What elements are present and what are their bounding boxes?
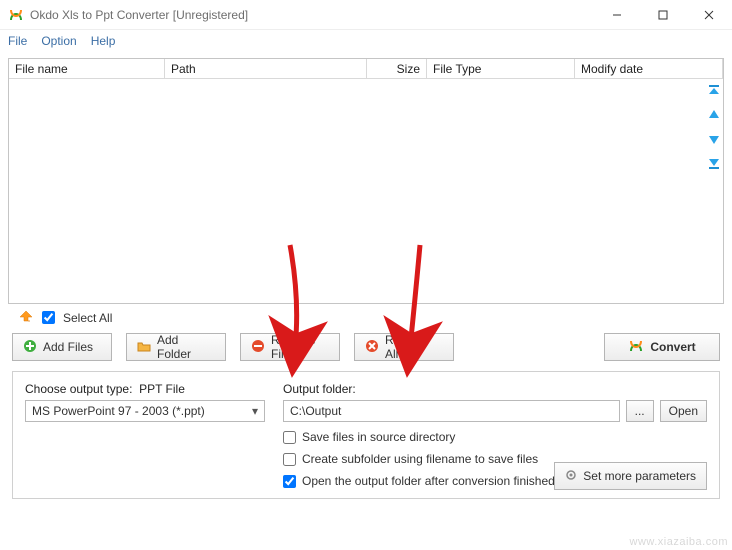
- add-files-label: Add Files: [43, 340, 93, 354]
- col-filename[interactable]: File name: [9, 59, 165, 78]
- set-more-parameters-button[interactable]: Set more parameters: [554, 462, 707, 490]
- add-folder-button[interactable]: Add Folder: [126, 333, 226, 361]
- create-subfolder-checkbox[interactable]: [283, 453, 296, 466]
- output-panel: Choose output type: PPT File MS PowerPoi…: [12, 371, 720, 499]
- open-folder-button[interactable]: Open: [660, 400, 707, 422]
- save-in-source-label[interactable]: Save files in source directory: [302, 430, 455, 444]
- convert-button[interactable]: Convert: [604, 333, 720, 361]
- watermark: www.xiazaiba.com: [630, 536, 728, 548]
- move-down-button[interactable]: [704, 130, 724, 148]
- col-size[interactable]: Size: [367, 59, 427, 78]
- col-modify[interactable]: Modify date: [575, 59, 723, 78]
- menu-file[interactable]: File: [8, 34, 27, 48]
- x-icon: [365, 339, 379, 356]
- close-button[interactable]: [686, 0, 732, 29]
- convert-icon: [628, 338, 644, 357]
- window-title: Okdo Xls to Ppt Converter [Unregistered]: [30, 8, 248, 22]
- output-folder-input[interactable]: C:\Output: [283, 400, 620, 422]
- file-list[interactable]: File name Path Size File Type Modify dat…: [8, 58, 724, 304]
- title-bar: Okdo Xls to Ppt Converter [Unregistered]: [0, 0, 732, 30]
- remove-all-label: Remove All: [385, 333, 443, 361]
- create-subfolder-label[interactable]: Create subfolder using filename to save …: [302, 452, 538, 466]
- open-after-checkbox[interactable]: [283, 475, 296, 488]
- browse-button[interactable]: ...: [626, 400, 654, 422]
- plus-icon: [23, 339, 37, 356]
- remove-file-label: Remove File: [271, 333, 329, 361]
- window-controls: [594, 0, 732, 29]
- chevron-down-icon: ▾: [252, 404, 258, 418]
- output-type-select[interactable]: MS PowerPoint 97 - 2003 (*.ppt) ▾: [25, 400, 265, 422]
- output-type-value: MS PowerPoint 97 - 2003 (*.ppt): [32, 404, 205, 418]
- col-path[interactable]: Path: [165, 59, 367, 78]
- add-files-button[interactable]: Add Files: [12, 333, 112, 361]
- open-after-label[interactable]: Open the output folder after conversion …: [302, 474, 555, 488]
- file-list-body[interactable]: [9, 79, 723, 303]
- add-folder-label: Add Folder: [157, 333, 215, 361]
- move-up-button[interactable]: [704, 106, 724, 124]
- move-top-button[interactable]: [704, 82, 724, 100]
- folder-icon: [137, 339, 151, 356]
- maximize-button[interactable]: [640, 0, 686, 29]
- minimize-button[interactable]: [594, 0, 640, 29]
- save-in-source-checkbox[interactable]: [283, 431, 296, 444]
- gear-icon: [565, 469, 577, 484]
- up-arrow-icon: [18, 308, 34, 327]
- menu-bar: File Option Help: [0, 30, 732, 52]
- menu-help[interactable]: Help: [91, 34, 116, 48]
- select-all-checkbox[interactable]: [42, 311, 55, 324]
- app-icon: [8, 7, 24, 23]
- convert-label: Convert: [650, 340, 695, 354]
- minus-icon: [251, 339, 265, 356]
- select-all-label[interactable]: Select All: [63, 311, 112, 325]
- menu-option[interactable]: Option: [41, 34, 76, 48]
- remove-file-button[interactable]: Remove File: [240, 333, 340, 361]
- col-filetype[interactable]: File Type: [427, 59, 575, 78]
- output-type-label: Choose output type: PPT File: [25, 382, 265, 396]
- remove-all-button[interactable]: Remove All: [354, 333, 454, 361]
- set-more-label: Set more parameters: [583, 469, 696, 483]
- output-folder-label: Output folder:: [283, 382, 707, 396]
- file-list-header: File name Path Size File Type Modify dat…: [9, 59, 723, 79]
- move-bottom-button[interactable]: [704, 154, 724, 172]
